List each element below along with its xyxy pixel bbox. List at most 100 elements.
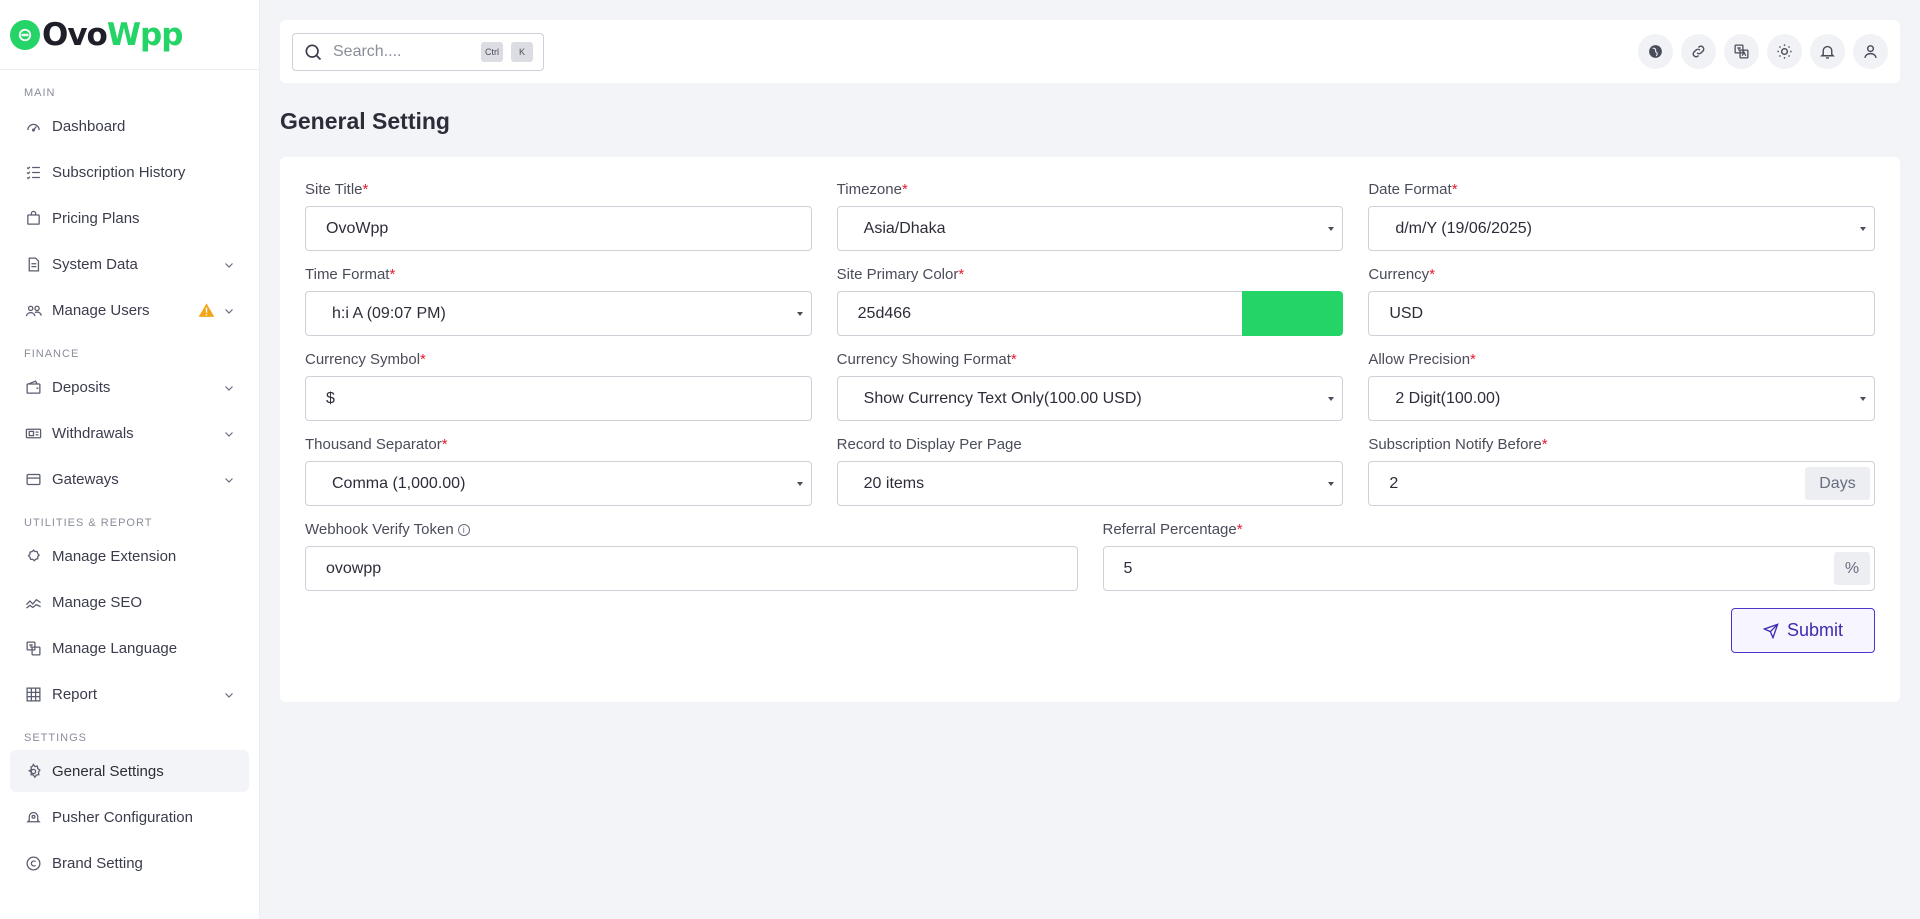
globe-icon[interactable] xyxy=(1638,34,1673,69)
bag-icon xyxy=(24,209,42,227)
currency-symbol-label: Currency Symbol* xyxy=(305,351,812,368)
sidebar-item-label: Manage Extension xyxy=(52,547,177,565)
timezone-label-text: Timezone xyxy=(836,181,902,198)
sidebar-item-manage-language[interactable]: Manage Language xyxy=(10,627,249,669)
required-mark: * xyxy=(1451,181,1458,198)
referral-field: Referral Percentage* 5 % xyxy=(1102,521,1875,591)
required-mark: * xyxy=(1470,351,1476,368)
submit-button-label: Submit xyxy=(1786,620,1844,640)
time-format-select[interactable]: h:i A (09:07 PM) xyxy=(305,291,812,336)
kbd-k: K xyxy=(511,41,533,62)
thousand-separator-label: Thousand Separator* xyxy=(305,436,812,453)
timezone-label: Timezone* xyxy=(837,181,1344,198)
whatsapp-logo-icon xyxy=(10,19,40,50)
chevron-down-icon xyxy=(223,473,235,485)
required-mark: * xyxy=(441,436,448,453)
sidebar-item-gateways[interactable]: Gateways xyxy=(10,458,249,500)
users-icon xyxy=(24,301,42,319)
translate-icon[interactable] xyxy=(1724,34,1759,69)
days-addon: Days xyxy=(1804,467,1870,500)
sidebar-item-label: Withdrawals xyxy=(52,424,134,442)
currency-input[interactable]: USD xyxy=(1368,291,1875,336)
sidebar-item-label: General Settings xyxy=(52,762,164,780)
language-icon xyxy=(24,639,42,657)
notify-before-input[interactable]: 2 xyxy=(1368,461,1875,506)
sidebar-item-pricing-plans[interactable]: Pricing Plans xyxy=(10,197,249,239)
search-input[interactable]: Search.... Ctrl K xyxy=(292,32,544,71)
sidebar-item-manage-extension[interactable]: Manage Extension xyxy=(10,535,249,577)
thousand-separator-select[interactable]: Comma (1,000.00) xyxy=(305,461,812,506)
sidebar-item-label: Manage SEO xyxy=(52,593,143,611)
bell-icon[interactable] xyxy=(1810,34,1845,69)
sidebar-section-label: UTILITIES & REPORT xyxy=(24,517,153,529)
sidebar-item-manage-users[interactable]: Manage Users xyxy=(10,289,249,331)
sidebar-item-manage-seo[interactable]: Manage SEO xyxy=(10,581,249,623)
sun-icon[interactable] xyxy=(1767,34,1802,69)
date-format-field: Date Format* d/m/Y (19/06/2025) xyxy=(1368,181,1875,251)
time-format-field: Time Format* h:i A (09:07 PM) xyxy=(305,266,812,336)
chevron-down-icon xyxy=(223,688,235,700)
warning-icon xyxy=(198,302,215,319)
required-mark: * xyxy=(389,266,396,283)
notify-before-field: Subscription Notify Before* 2 Days xyxy=(1368,436,1875,506)
percent-addon: % xyxy=(1834,552,1870,585)
card-icon xyxy=(24,470,42,488)
sidebar-section-label: SETTINGS xyxy=(24,732,88,744)
per-page-field: Record to Display Per Page 20 items xyxy=(836,436,1344,506)
submit-button[interactable]: Submit xyxy=(1731,608,1875,653)
sidebar-item-general-settings[interactable]: General Settings xyxy=(10,750,249,792)
per-page-select[interactable]: 20 items xyxy=(836,461,1344,506)
currency-field: Currency* USD xyxy=(1368,266,1875,336)
referral-input[interactable]: 5 xyxy=(1102,546,1875,591)
sidebar-item-label: Subscription History xyxy=(52,163,186,181)
webhook-token-input[interactable]: ovowpp xyxy=(305,546,1078,591)
currency-symbol-input[interactable]: $ xyxy=(305,376,812,421)
required-mark: * xyxy=(901,181,908,198)
grid-icon xyxy=(24,685,42,703)
sidebar: OvoWpp MAIN Dashboard Subscription History… xyxy=(0,0,260,919)
webhook-token-label: Webhook Verify Token i xyxy=(305,521,1078,538)
precision-label: Allow Precision* xyxy=(1368,351,1875,368)
required-mark: * xyxy=(420,351,426,368)
primary-color-field: Site Primary Color* 25d466 xyxy=(836,266,1344,336)
chart-line-icon xyxy=(24,593,42,611)
chevron-down-icon xyxy=(223,427,235,439)
brand-name-part2: Wpp xyxy=(106,16,184,53)
sidebar-item-deposits[interactable]: Deposits xyxy=(10,366,249,408)
settings-form-card: Site Title* OvoWpp Timezone* Asia/Dhaka … xyxy=(280,157,1900,702)
notify-before-label-text: Subscription Notify Before xyxy=(1368,436,1542,453)
date-format-select[interactable]: d/m/Y (19/06/2025) xyxy=(1368,206,1875,251)
sidebar-item-pusher-configuration[interactable]: Pusher Configuration xyxy=(10,796,249,838)
primary-color-input[interactable]: 25d466 xyxy=(836,291,1243,336)
sidebar-item-report[interactable]: Report xyxy=(10,673,249,715)
info-icon[interactable]: i xyxy=(457,524,470,537)
sidebar-item-subscription-history[interactable]: Subscription History xyxy=(10,151,249,193)
currency-label: Currency* xyxy=(1368,266,1875,283)
site-title-input[interactable]: OvoWpp xyxy=(305,206,812,251)
notify-before-label: Subscription Notify Before* xyxy=(1368,436,1875,453)
puzzle-icon xyxy=(24,547,42,565)
brand-logo[interactable]: OvoWpp xyxy=(0,0,259,70)
required-mark: * xyxy=(1429,266,1436,283)
user-icon[interactable] xyxy=(1853,34,1888,69)
required-mark: * xyxy=(1541,436,1548,453)
required-mark: * xyxy=(362,181,369,198)
thousand-separator-label-text: Thousand Separator xyxy=(305,436,442,453)
precision-select[interactable]: 2 Digit(100.00) xyxy=(1368,376,1875,421)
sidebar-item-label: Pusher Configuration xyxy=(52,808,193,826)
sidebar-item-system-data[interactable]: System Data xyxy=(10,243,249,285)
primary-color-input-group: 25d466 xyxy=(836,291,1344,336)
webhook-token-label-text: Webhook Verify Token xyxy=(305,521,454,538)
color-picker-swatch[interactable] xyxy=(1242,291,1344,336)
main-content: Search.... Ctrl K General Setting Site T… xyxy=(260,0,1920,919)
sidebar-item-brand-setting[interactable]: Brand Setting xyxy=(10,842,249,884)
sidebar-item-withdrawals[interactable]: Withdrawals xyxy=(10,412,249,454)
link-icon[interactable] xyxy=(1681,34,1716,69)
required-mark: * xyxy=(1236,521,1243,538)
precision-field: Allow Precision* 2 Digit(100.00) xyxy=(1368,351,1875,421)
sidebar-item-dashboard[interactable]: Dashboard xyxy=(10,105,249,147)
brand-name-part1: Ovo xyxy=(42,16,108,53)
currency-symbol-field: Currency Symbol* $ xyxy=(305,351,812,421)
timezone-select[interactable]: Asia/Dhaka xyxy=(836,206,1344,251)
currency-format-select[interactable]: Show Currency Text Only(100.00 USD) xyxy=(836,376,1344,421)
